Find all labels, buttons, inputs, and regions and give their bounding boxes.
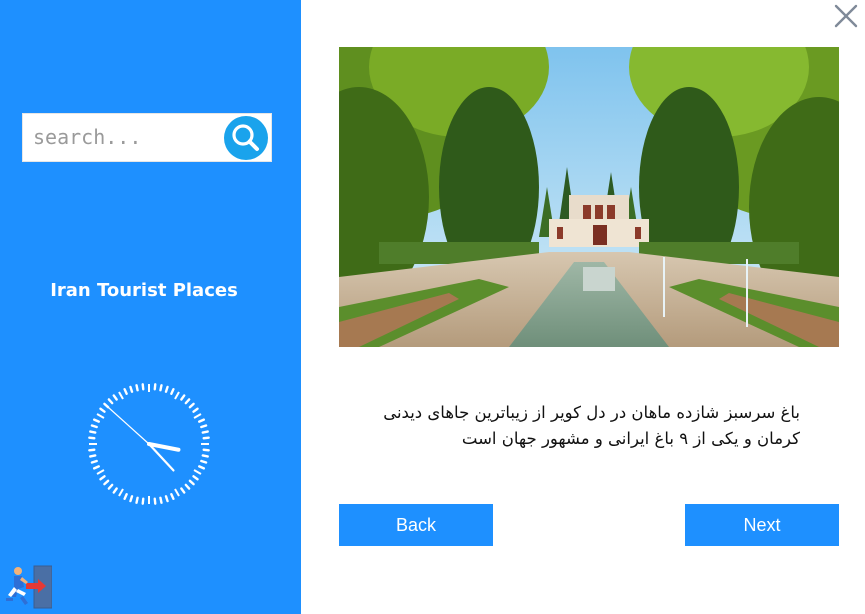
clock-tick xyxy=(112,487,118,494)
search-icon xyxy=(232,124,259,151)
clock-tick xyxy=(135,496,139,504)
clock-tick xyxy=(200,424,208,429)
clock-tick xyxy=(188,402,195,409)
clock-tick xyxy=(103,479,110,486)
clock-tick xyxy=(202,436,210,440)
clock-tick xyxy=(135,384,139,392)
clock-tick xyxy=(107,483,114,490)
clock-tick xyxy=(88,436,96,440)
clock-tick xyxy=(170,493,175,501)
clock-tick xyxy=(202,448,210,452)
clock-tick xyxy=(88,448,96,452)
clock-tick xyxy=(107,398,114,405)
clock-tick xyxy=(174,391,180,400)
clock-tick xyxy=(123,493,128,501)
clock-tick xyxy=(188,479,195,486)
search-button[interactable] xyxy=(224,116,268,160)
clock-tick xyxy=(99,407,106,413)
exit-icon[interactable] xyxy=(4,565,53,609)
clock-tick xyxy=(180,487,186,494)
clock-tick xyxy=(90,424,98,429)
clock-tick xyxy=(129,495,134,503)
clock-tick xyxy=(198,465,206,470)
app-window: Iran Tourist Places xyxy=(0,0,865,614)
clock-tick xyxy=(153,497,157,505)
clock-tick xyxy=(164,385,169,393)
clock-icon xyxy=(88,383,210,505)
app-title: Iran Tourist Places xyxy=(50,280,238,301)
clock-tick xyxy=(118,488,124,497)
clock-tick xyxy=(96,413,105,419)
search-input[interactable] xyxy=(29,122,227,152)
clock-tick xyxy=(96,469,105,475)
clock-tick xyxy=(201,430,209,434)
clock-tick xyxy=(174,488,180,497)
clock-tick xyxy=(92,465,100,470)
clock-tick xyxy=(99,475,106,481)
clock-tick xyxy=(184,398,191,405)
close-button[interactable] xyxy=(832,2,860,30)
back-button[interactable]: Back xyxy=(339,504,493,546)
clock-tick xyxy=(112,394,118,401)
clock-second-hand xyxy=(108,407,150,445)
clock-tick xyxy=(89,454,97,458)
sidebar: Iran Tourist Places xyxy=(0,0,301,614)
place-photo xyxy=(339,47,839,347)
clock-tick xyxy=(123,387,128,395)
search-box xyxy=(22,113,272,162)
clock-tick xyxy=(180,394,186,401)
clock-tick xyxy=(184,483,191,490)
clock-tick xyxy=(164,495,169,503)
clock-tick xyxy=(193,413,202,419)
clock-tick xyxy=(192,407,199,413)
clock-tick xyxy=(141,383,145,391)
clock-tick xyxy=(118,391,124,400)
clock-tick xyxy=(103,402,110,409)
clock-tick xyxy=(153,383,157,391)
clock-tick xyxy=(201,454,209,458)
clock-tick xyxy=(200,459,208,464)
next-button[interactable]: Next xyxy=(685,504,839,546)
clock-tick xyxy=(170,387,175,395)
close-icon xyxy=(834,4,858,28)
clock-tick xyxy=(141,497,145,505)
clock-tick xyxy=(89,430,97,434)
clock-tick xyxy=(159,496,163,504)
clock-tick xyxy=(192,475,199,481)
clock-tick xyxy=(193,469,202,475)
place-description: باغ سرسبز شازده ماهان در دل کویر از زیبا… xyxy=(383,403,800,448)
clock-tick xyxy=(90,459,98,464)
clock-tick xyxy=(92,418,100,423)
clock-tick xyxy=(159,384,163,392)
clock-tick xyxy=(129,385,134,393)
clock-tick xyxy=(198,418,206,423)
